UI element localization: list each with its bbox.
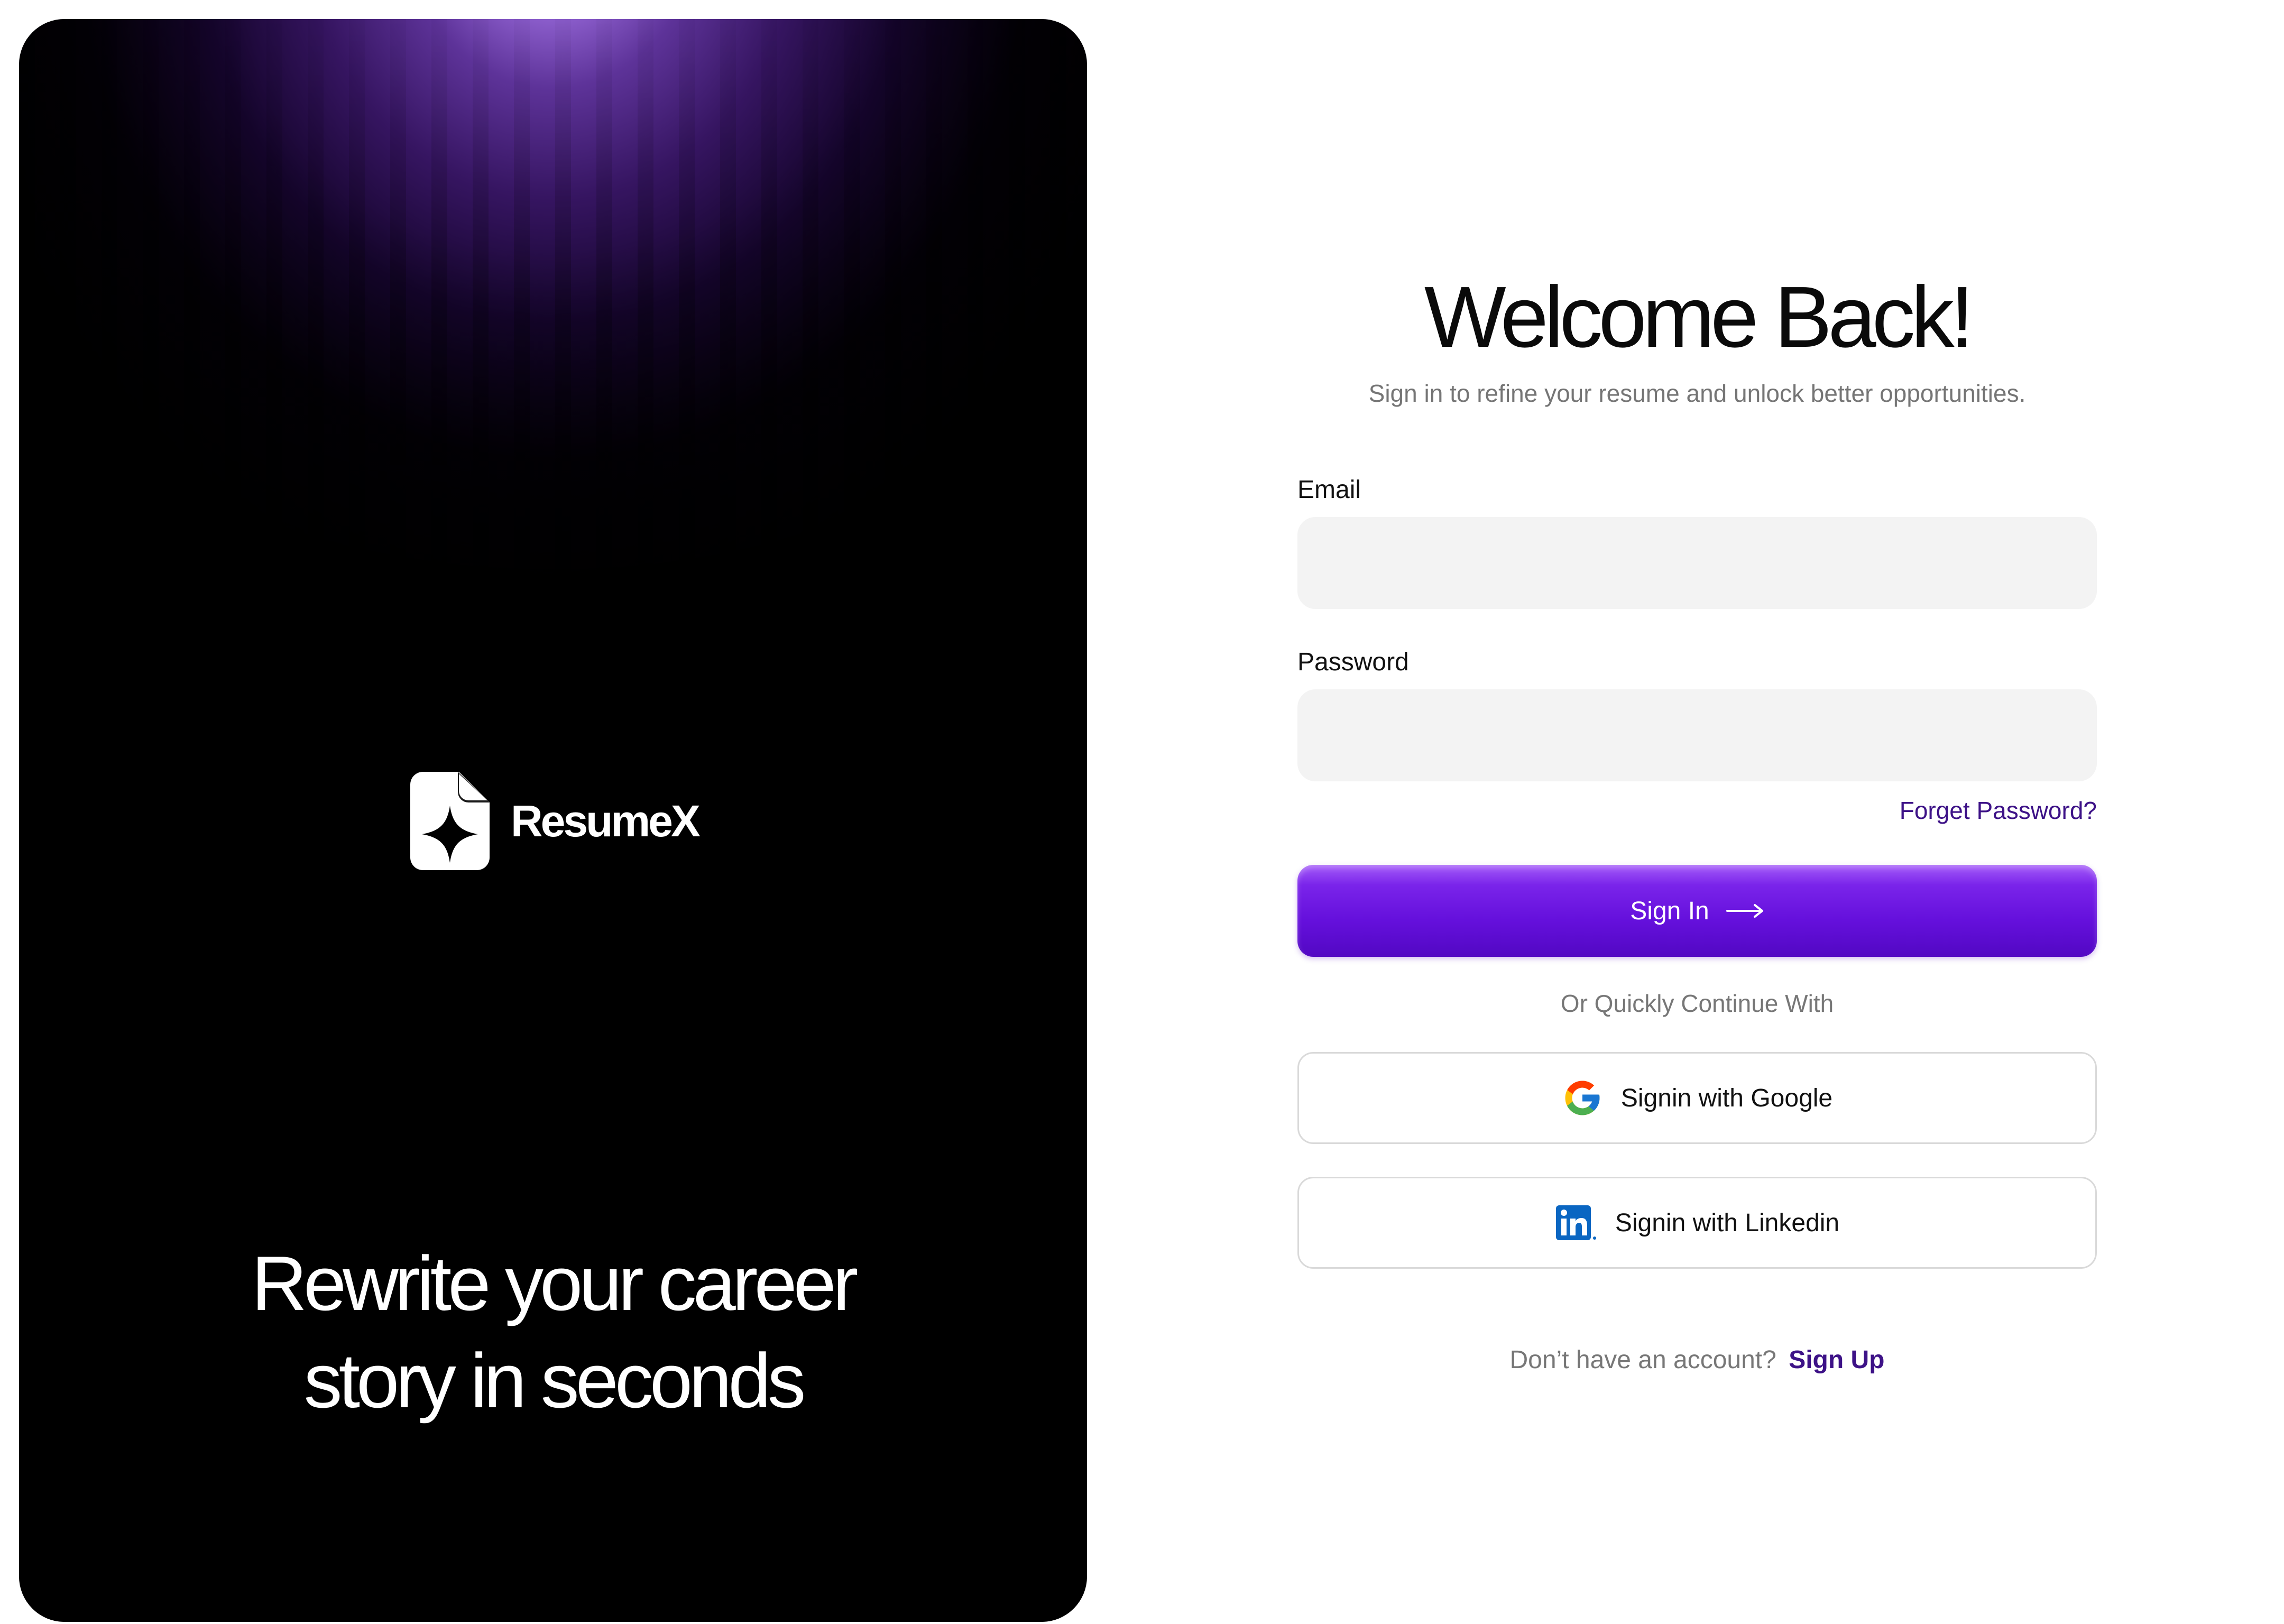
login-page: ResumeX Rewrite your career story in sec… [0,0,2284,1624]
email-input[interactable] [1297,517,2097,609]
signup-row: Don’t have an account? Sign Up [1297,1343,2097,1378]
forgot-password-row: Forget Password? [1297,794,2097,827]
signup-prompt: Don’t have an account? [1509,1346,1776,1374]
linkedin-signin-button[interactable]: Signin with Linkedin [1297,1177,2097,1269]
or-continue-text: Or Quickly Continue With [1560,990,1834,1017]
forgot-password-link[interactable]: Forget Password? [1900,797,2097,824]
linkedin-signin-label: Signin with Linkedin [1615,1208,1840,1237]
hero-panel: ResumeX Rewrite your career story in sec… [19,19,1087,1622]
sign-in-form: Welcome Back! Sign in to refine your res… [1297,264,2097,1378]
page-title: Welcome Back! [1424,269,1974,365]
brand: ResumeX [410,772,701,870]
google-signin-button[interactable]: Signin with Google [1297,1052,2097,1144]
brand-name: ResumeX [511,796,701,846]
document-sparkle-icon [410,772,490,870]
google-signin-label: Signin with Google [1620,1084,1833,1112]
password-input[interactable] [1297,689,2097,781]
tagline-line-2: story in seconds [303,1337,806,1424]
email-label: Email [1297,476,1361,504]
signup-link[interactable]: Sign Up [1789,1346,1884,1374]
hero-tagline: Rewrite your career story in seconds [19,1235,1087,1429]
linkedin-icon [1555,1205,1596,1240]
password-label: Password [1297,648,1409,676]
sign-in-label: Sign In [1630,897,1709,925]
page-subtitle: Sign in to refine your resume and unlock… [1368,380,2026,407]
arrow-right-icon [1726,904,1763,918]
google-icon [1565,1081,1600,1115]
tagline-line-1: Rewrite your career [251,1240,859,1326]
sign-in-button[interactable]: Sign In [1297,865,2097,957]
